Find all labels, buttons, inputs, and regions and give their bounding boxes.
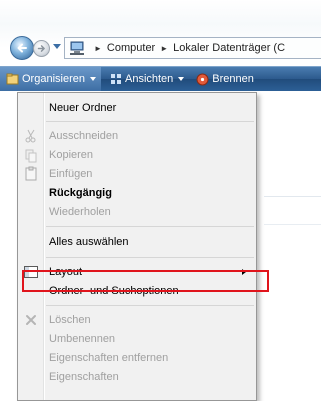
paste-icon — [23, 166, 39, 182]
organize-menu: Neuer Ordner Ausschneiden Kopieren Einfü… — [17, 92, 257, 401]
navigation-row: ► Computer ► Lokaler Datenträger (C — [0, 34, 321, 64]
command-bar: Organisieren Ansichten Brennen — [0, 66, 321, 91]
burn-label: Brennen — [212, 73, 254, 85]
breadcrumb-local-drive[interactable]: Lokaler Datenträger (C — [173, 42, 285, 54]
menu-item-select-all[interactable]: Alles auswählen — [18, 231, 256, 253]
menu-separator — [46, 121, 254, 122]
computer-icon — [69, 41, 85, 55]
divider — [264, 224, 321, 225]
menu-item-label: Alles auswählen — [49, 236, 129, 248]
menu-item-label: Eigenschaften entfernen — [49, 352, 169, 364]
menu-separator — [46, 305, 254, 306]
copy-icon — [23, 147, 39, 163]
menu-item-label: Löschen — [49, 314, 91, 326]
forward-arrow-icon — [37, 45, 45, 52]
highlight-annotation — [22, 270, 269, 292]
forward-button[interactable] — [33, 40, 50, 57]
chevron-down-icon — [89, 77, 96, 81]
menu-separator — [46, 257, 254, 258]
menu-item-label: Ausschneiden — [49, 130, 119, 142]
views-icon — [110, 74, 121, 84]
views-button[interactable]: Ansichten — [105, 67, 189, 91]
organize-icon — [6, 73, 19, 85]
menu-item-label: Kopieren — [49, 149, 94, 161]
organize-button[interactable]: Organisieren — [0, 67, 101, 91]
explorer-window: ► Computer ► Lokaler Datenträger (C Orga… — [0, 0, 321, 401]
back-button[interactable] — [10, 36, 34, 60]
menu-item-properties[interactable]: Eigenschaften — [18, 366, 256, 388]
chevron-down-icon — [178, 77, 185, 81]
organize-label: Organisieren — [22, 73, 85, 85]
divider — [264, 196, 321, 197]
breadcrumb-separator-icon: ► — [160, 43, 169, 53]
views-label: Ansichten — [124, 73, 174, 85]
menu-item-label: Neuer Ordner — [49, 102, 117, 114]
menu-item-label: Rückgängig — [49, 187, 112, 199]
burn-disc-icon — [196, 73, 209, 85]
address-bar[interactable]: ► Computer ► Lokaler Datenträger (C — [64, 37, 321, 59]
breadcrumb-separator-icon: ► — [94, 43, 102, 53]
back-arrow-icon — [17, 43, 27, 53]
delete-x-icon — [23, 312, 39, 328]
file-list-area[interactable] — [264, 92, 321, 401]
menu-item-label: Umbenennen — [49, 333, 116, 345]
menu-item-label: Wiederholen — [49, 206, 111, 218]
recent-pages-dropdown-icon[interactable] — [53, 44, 61, 49]
menu-separator — [46, 226, 254, 227]
scissors-icon — [23, 128, 39, 144]
menu-item-label: Einfügen — [49, 168, 93, 180]
breadcrumb-computer[interactable]: Computer — [107, 42, 155, 54]
menu-item-redo[interactable]: Wiederholen — [18, 201, 256, 223]
menu-item-new-folder[interactable]: Neuer Ordner — [18, 97, 256, 119]
menu-item-label: Eigenschaften — [49, 371, 119, 383]
burn-button[interactable]: Brennen — [191, 67, 259, 91]
